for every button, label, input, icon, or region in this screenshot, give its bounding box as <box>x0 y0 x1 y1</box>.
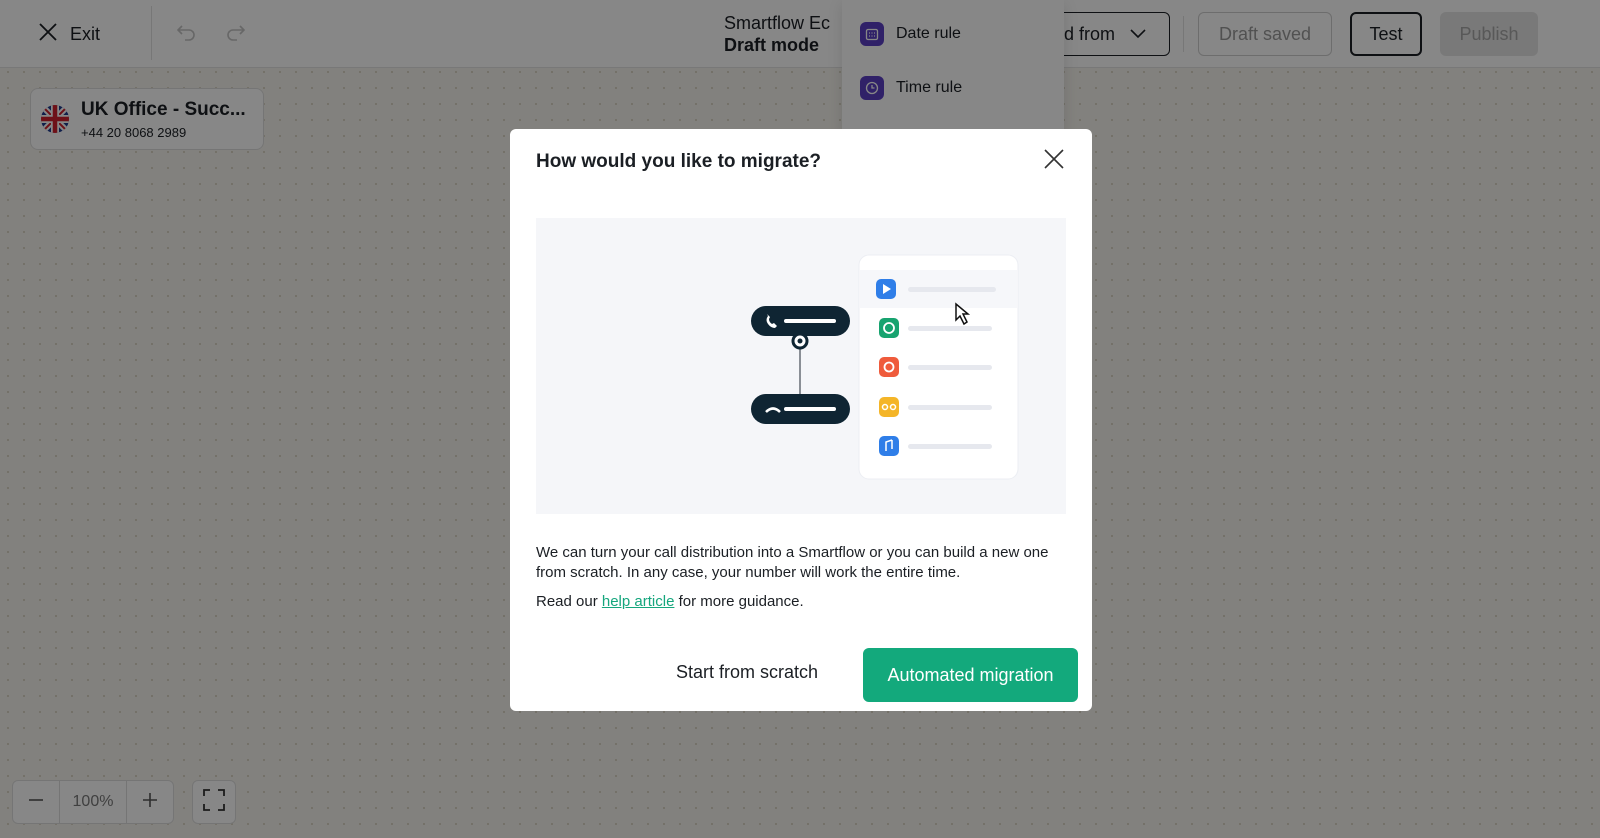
migration-illustration <box>536 218 1066 514</box>
help-suffix: for more guidance. <box>674 593 804 610</box>
dialog-close-button[interactable] <box>1042 148 1066 174</box>
dialog-description: We can turn your call distribution into … <box>536 544 1049 581</box>
dialog-body: We can turn your call distribution into … <box>536 543 1068 612</box>
help-article-link[interactable]: help article <box>602 593 675 610</box>
start-from-scratch-button[interactable]: Start from scratch <box>662 645 832 699</box>
flow-diagram-graphic <box>751 306 850 424</box>
help-text: Read our help article for more guidance. <box>536 592 1068 612</box>
action-menu-graphic <box>858 254 1019 480</box>
close-icon <box>1044 148 1064 174</box>
migrate-dialog: How would you like to migrate? We can tu… <box>510 129 1092 711</box>
dialog-title: How would you like to migrate? <box>536 151 822 172</box>
help-prefix: Read our <box>536 593 602 610</box>
automated-migration-button[interactable]: Automated migration <box>863 648 1078 702</box>
